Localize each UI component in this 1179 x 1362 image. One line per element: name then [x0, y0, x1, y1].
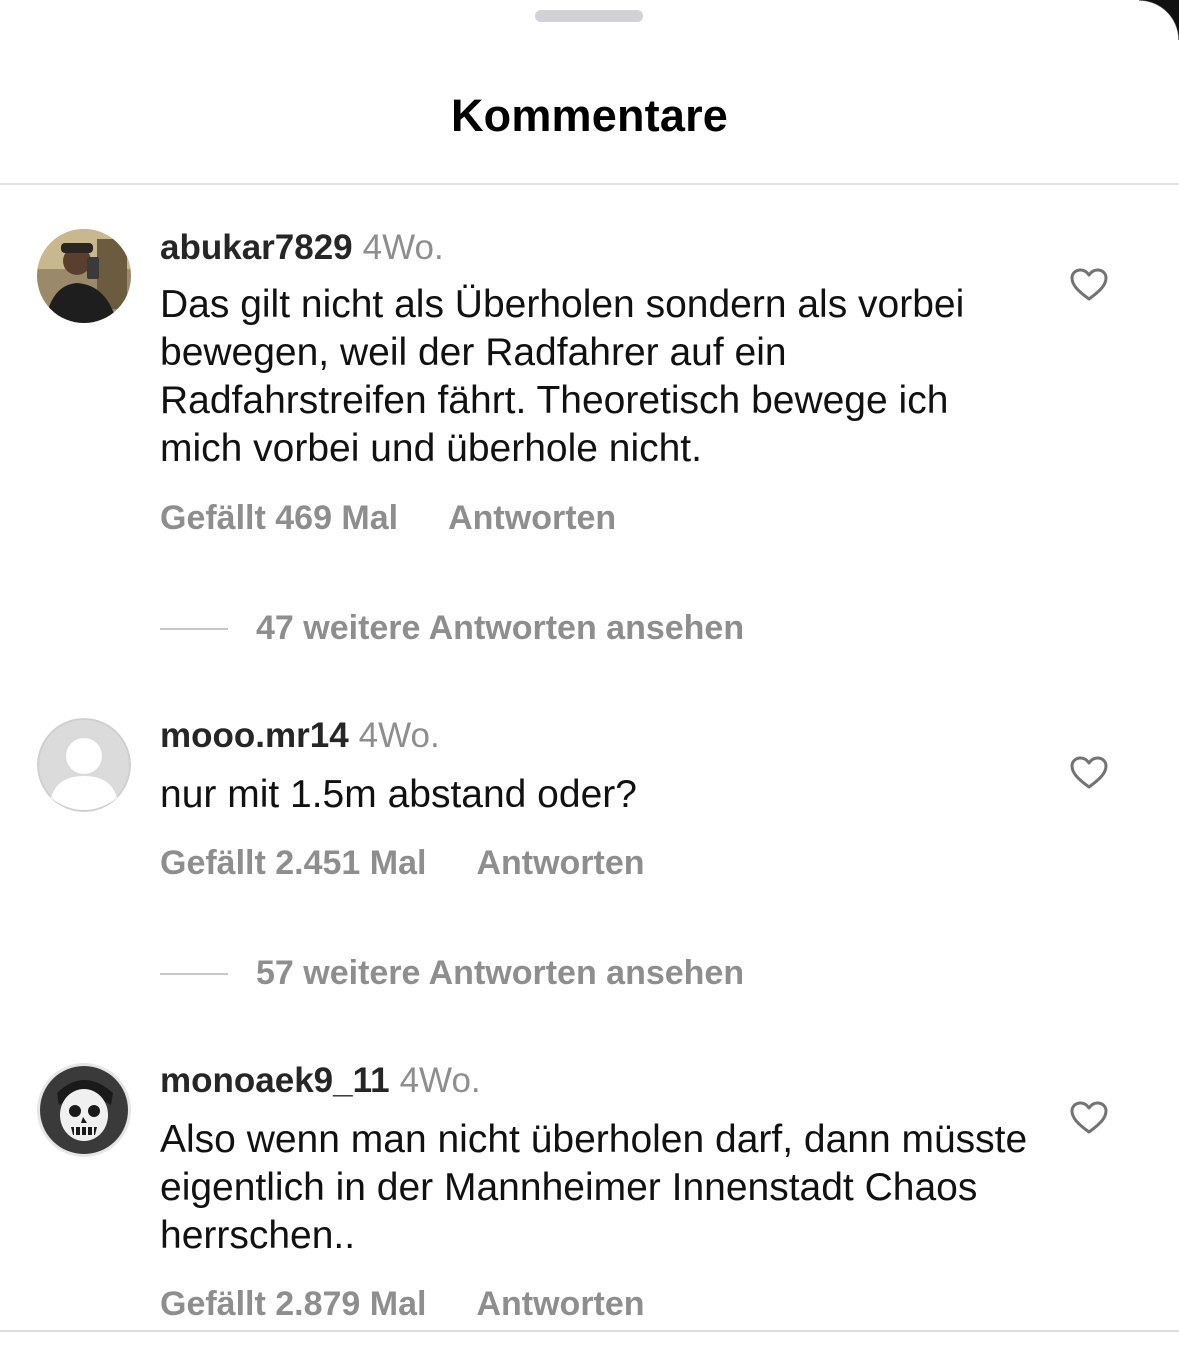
header-divider [0, 183, 1179, 185]
comment-time: 4Wo. [399, 1061, 481, 1100]
view-more-replies-label: 57 weitere Antworten ansehen [256, 954, 745, 992]
comment-text: Das gilt nicht als Überholen sondern als… [160, 283, 965, 470]
like-heart-icon[interactable] [1070, 268, 1108, 302]
reply-button[interactable]: Antworten [448, 499, 616, 537]
comment-header: monoaek9_11 4Wo. [160, 1061, 481, 1101]
like-heart-icon[interactable] [1070, 1101, 1108, 1135]
comment-username[interactable]: mooo.mr14 [160, 716, 349, 755]
avatar-monoaek9-11[interactable] [37, 1063, 131, 1157]
avatar-abukar7829[interactable] [37, 229, 131, 323]
like-count[interactable]: Gefällt 2.879 Mal [160, 1285, 426, 1323]
comment-actions: Gefällt 2.879 Mal Antworten [160, 1285, 645, 1324]
view-more-replies-button[interactable]: 57 weitere Antworten ansehen [160, 954, 744, 993]
comments-sheet: Kommentare abukar7829 4Wo. Das gilt nicht… [0, 0, 1179, 1362]
comment-text: Also wenn man nicht überholen darf, dann… [160, 1118, 1028, 1257]
like-count[interactable]: Gefällt 2.451 Mal [160, 844, 426, 882]
screen-corner [1139, 0, 1179, 40]
comment-header: mooo.mr14 4Wo. [160, 716, 440, 756]
sheet-grabber-handle[interactable] [535, 10, 643, 22]
reply-button[interactable]: Antworten [476, 1285, 644, 1323]
like-count[interactable]: Gefällt 469 Mal [160, 499, 398, 537]
view-more-replies-label: 47 weitere Antworten ansehen [256, 609, 745, 647]
sheet-title: Kommentare [450, 90, 729, 141]
comment-username[interactable]: monoaek9_11 [160, 1061, 390, 1100]
comment-header: abukar7829 4Wo. [160, 228, 444, 268]
replies-divider-line [160, 972, 228, 975]
reply-button[interactable]: Antworten [476, 844, 644, 882]
replies-divider-line [160, 627, 228, 630]
like-heart-icon[interactable] [1070, 756, 1108, 790]
comment-text: nur mit 1.5m abstand oder? [160, 773, 637, 816]
comment-actions: Gefällt 469 Mal Antworten [160, 499, 616, 538]
view-more-replies-button[interactable]: 47 weitere Antworten ansehen [160, 609, 744, 648]
comment-actions: Gefällt 2.451 Mal Antworten [160, 844, 645, 883]
bottom-divider [0, 1330, 1179, 1332]
comment-time: 4Wo. [358, 716, 440, 755]
comment-time: 4Wo. [362, 228, 444, 267]
avatar-mooo-mr14[interactable] [37, 718, 131, 812]
comment-username[interactable]: abukar7829 [160, 228, 353, 267]
